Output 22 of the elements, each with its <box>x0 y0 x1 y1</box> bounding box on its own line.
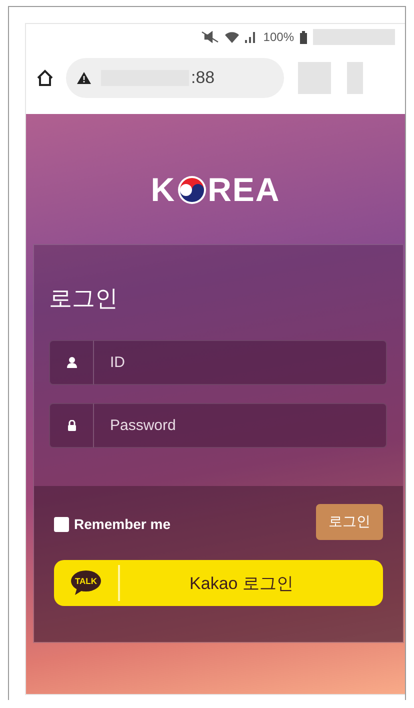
checkbox-label: Remember me <box>74 516 170 532</box>
battery-percent: 100% <box>263 30 294 44</box>
input-field[interactable]: Password <box>94 403 387 448</box>
lock-icon <box>66 420 76 431</box>
blurred-block <box>347 62 363 94</box>
kakao-login-button[interactable]: TALK Kakao 로그인 <box>54 560 383 606</box>
blurred-block <box>298 62 331 94</box>
address-field[interactable]: :88 <box>66 58 284 98</box>
logo-text: REA <box>208 171 280 209</box>
login-title: 로그인 <box>49 284 119 313</box>
taegeuk-icon <box>176 175 207 205</box>
user-icon <box>66 357 76 368</box>
signal-icon <box>245 31 258 43</box>
wifi-icon <box>225 30 240 44</box>
logo-text: K <box>150 171 176 209</box>
warning-icon <box>77 72 91 84</box>
mute-icon <box>201 31 220 43</box>
input-field[interactable]: ID <box>94 340 387 385</box>
url-text: :88 <box>191 68 215 88</box>
battery-icon <box>300 30 307 44</box>
checkbox[interactable] <box>54 516 69 532</box>
home-icon[interactable] <box>36 69 54 87</box>
